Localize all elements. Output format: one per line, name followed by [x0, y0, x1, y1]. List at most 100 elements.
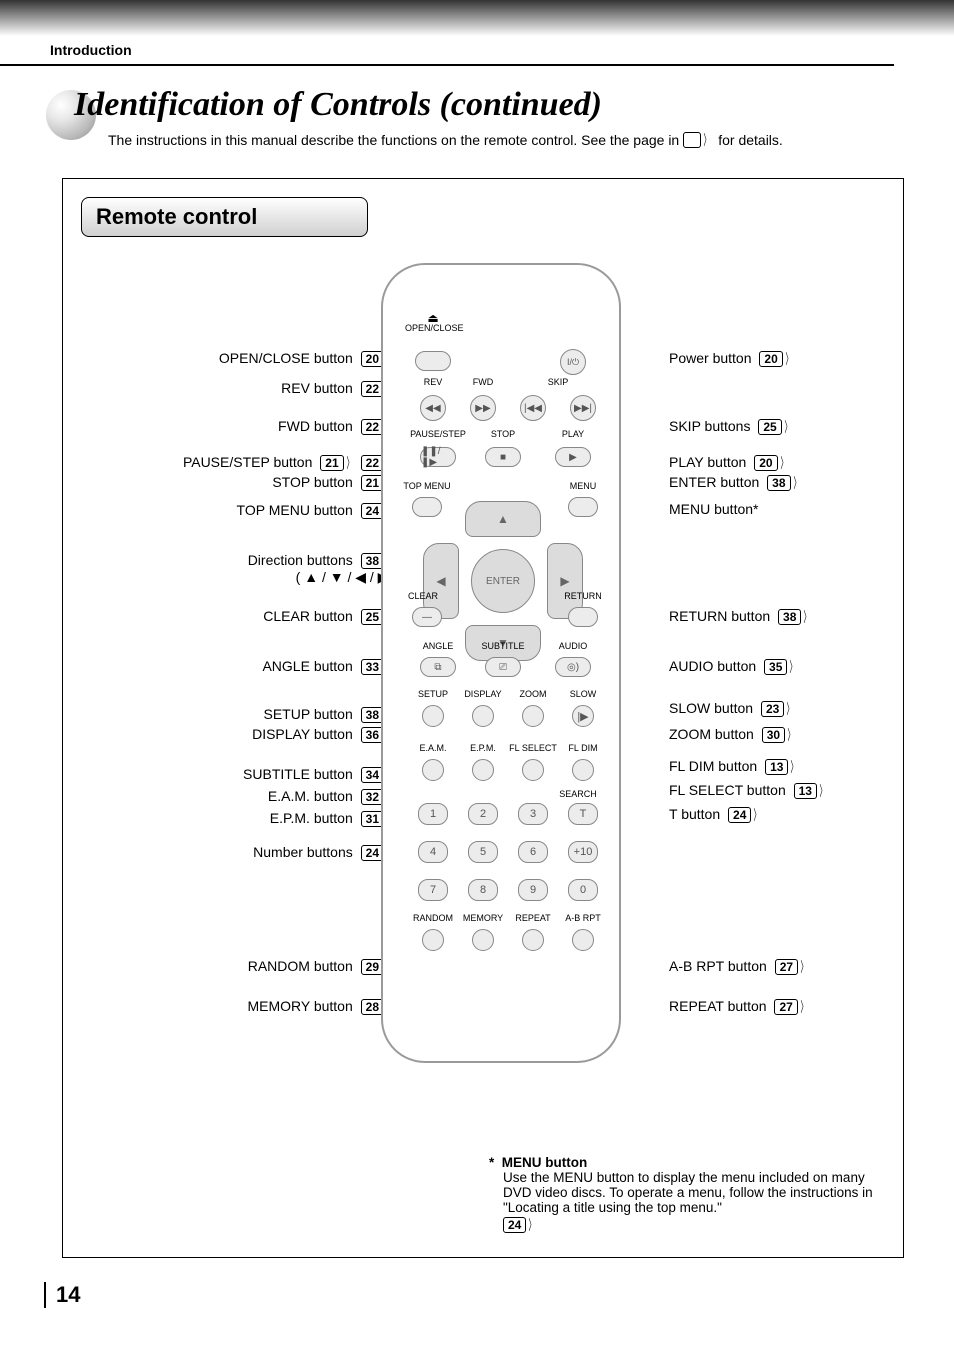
section-bar: Introduction: [0, 36, 894, 66]
number-5-button[interactable]: 5: [468, 841, 498, 863]
diagram: OPEN/CLOSE button 20〉REV button 22〉FWD b…: [81, 257, 885, 1137]
remote-body: ⏏ OPEN/CLOSE I/⏻ REV FWD SKIP ◀◀ ▶▶ |◀◀ …: [381, 263, 621, 1063]
callout-number-buttons: Number buttons 24〉: [253, 843, 397, 863]
label-zoom: ZOOM: [505, 689, 561, 699]
callout-fl-dim-button: FL DIM button 13〉: [669, 757, 801, 777]
fwd-button[interactable]: ▶▶: [470, 395, 496, 421]
number-1-button[interactable]: 1: [418, 803, 448, 825]
pausestep-button[interactable]: ❚❚/❚▶: [420, 447, 456, 467]
label-repeat: REPEAT: [505, 913, 561, 923]
angle-button[interactable]: ⧉: [420, 657, 456, 677]
label-random: RANDOM: [405, 913, 461, 923]
topmenu-button[interactable]: [412, 497, 442, 517]
callout-display-button: DISPLAY button 36〉: [252, 725, 397, 745]
number-6-button[interactable]: 6: [518, 841, 548, 863]
footnote-body: Use the MENU button to display the menu …: [503, 1170, 873, 1215]
menu-button[interactable]: [568, 497, 598, 517]
footnote-heading: MENU button: [502, 1155, 587, 1170]
main-panel: Remote control OPEN/CLOSE button 20〉REV …: [62, 178, 904, 1258]
callout-repeat-button: REPEAT button 27〉: [669, 997, 811, 1017]
number-4-button[interactable]: 4: [418, 841, 448, 863]
callout-return-button: RETURN button 38〉: [669, 607, 814, 627]
label-flselect: FL SELECT: [505, 743, 561, 753]
zoom-button[interactable]: [522, 705, 544, 727]
label-eam: E.A.M.: [405, 743, 461, 753]
number-8-button[interactable]: 8: [468, 879, 498, 901]
rev-button[interactable]: ◀◀: [420, 395, 446, 421]
callout-enter-button: ENTER button 38〉: [669, 473, 804, 493]
label-stop: STOP: [475, 429, 531, 439]
callout-setup-button: SETUP button 38〉: [264, 705, 398, 725]
callout-e-p-m-button: E.P.M. button 31〉: [270, 809, 397, 829]
audio-button[interactable]: ◎): [555, 657, 591, 677]
subtitle-button[interactable]: ⎚: [485, 657, 521, 677]
play-button[interactable]: ▶: [555, 447, 591, 467]
clear-button[interactable]: —: [412, 607, 442, 627]
repeat-button[interactable]: [522, 929, 544, 951]
eam-button[interactable]: [422, 759, 444, 781]
display-button[interactable]: [472, 705, 494, 727]
openclose-button[interactable]: [415, 351, 451, 371]
page-number: 14: [44, 1282, 954, 1308]
callout-pause-step-button: PAUSE/STEP button 21〉22〉: [183, 453, 397, 473]
subtitle-pre: The instructions in this manual describe…: [108, 132, 679, 148]
page-title-wrap: Identification of Controls (continued): [46, 86, 954, 124]
memory-button[interactable]: [472, 929, 494, 951]
number-7-button[interactable]: 7: [418, 879, 448, 901]
callout-audio-button: AUDIO button 35〉: [669, 657, 800, 677]
footnote-star: *: [489, 1155, 494, 1170]
footnote-pageref: 24〉: [503, 1215, 539, 1235]
t-button[interactable]: T: [568, 803, 598, 825]
label-return: RETURN: [555, 591, 611, 601]
stop-button[interactable]: ■: [485, 447, 521, 467]
callout-skip-buttons: SKIP buttons 25〉: [669, 417, 795, 437]
callout-open-close-button: OPEN/CLOSE button 20〉: [219, 349, 397, 369]
enter-button[interactable]: ENTER: [471, 549, 535, 613]
callout-a-b-rpt-button: A-B RPT button 27〉: [669, 957, 811, 977]
label-fldim: FL DIM: [555, 743, 611, 753]
number-+10-button[interactable]: +10: [568, 841, 598, 863]
callout-play-button: PLAY button 20〉: [669, 453, 791, 473]
callout-t-button: T button 24〉: [669, 805, 764, 825]
label-memory: MEMORY: [455, 913, 511, 923]
skip-fwd-button[interactable]: ▶▶|: [570, 395, 596, 421]
label-menu: MENU: [555, 481, 611, 491]
callout-random-button: RANDOM button 29〉: [248, 957, 397, 977]
number-0-button[interactable]: 0: [568, 879, 598, 901]
label-rev: REV: [405, 377, 461, 387]
callout-memory-button: MEMORY button 28〉: [247, 997, 397, 1017]
flselect-button[interactable]: [522, 759, 544, 781]
epm-button[interactable]: [472, 759, 494, 781]
direction-pad: ▲ ▼ ◀ ▶ ENTER: [423, 501, 583, 661]
label-subtitle: SUBTITLE: [475, 641, 531, 651]
section-name: Introduction: [50, 42, 132, 58]
callout-subtitle-button: SUBTITLE button 34〉: [243, 765, 397, 785]
slow-button[interactable]: |▶: [572, 705, 594, 727]
page-title: Identification of Controls (continued): [46, 86, 954, 124]
number-9-button[interactable]: 9: [518, 879, 548, 901]
label-slow: SLOW: [555, 689, 611, 699]
number-3-button[interactable]: 3: [518, 803, 548, 825]
callout-power-button: Power button 20〉: [669, 349, 796, 369]
label-audio: AUDIO: [545, 641, 601, 651]
callout-clear-button: CLEAR button 25〉: [263, 607, 397, 627]
random-button[interactable]: [422, 929, 444, 951]
label-pausestep: PAUSE/STEP: [410, 429, 466, 439]
number-2-button[interactable]: 2: [468, 803, 498, 825]
label-clear: CLEAR: [395, 591, 451, 601]
label-play: PLAY: [545, 429, 601, 439]
power-button[interactable]: I/⏻: [560, 349, 586, 375]
skip-back-button[interactable]: |◀◀: [520, 395, 546, 421]
callout-top-menu-button: TOP MENU button 24〉: [237, 501, 397, 521]
fldim-button[interactable]: [572, 759, 594, 781]
callout-direction-buttons: Direction buttons 38〉: [248, 551, 397, 571]
abrpt-button[interactable]: [572, 929, 594, 951]
dir-up-button[interactable]: ▲: [465, 501, 541, 537]
label-search: SEARCH: [550, 789, 606, 799]
label-fwd: FWD: [455, 377, 511, 387]
label-topmenu: TOP MENU: [399, 481, 455, 491]
setup-button[interactable]: [422, 705, 444, 727]
label-abrpt: A-B RPT: [555, 913, 611, 923]
return-button[interactable]: [568, 607, 598, 627]
callout-zoom-button: ZOOM button 30〉: [669, 725, 798, 745]
